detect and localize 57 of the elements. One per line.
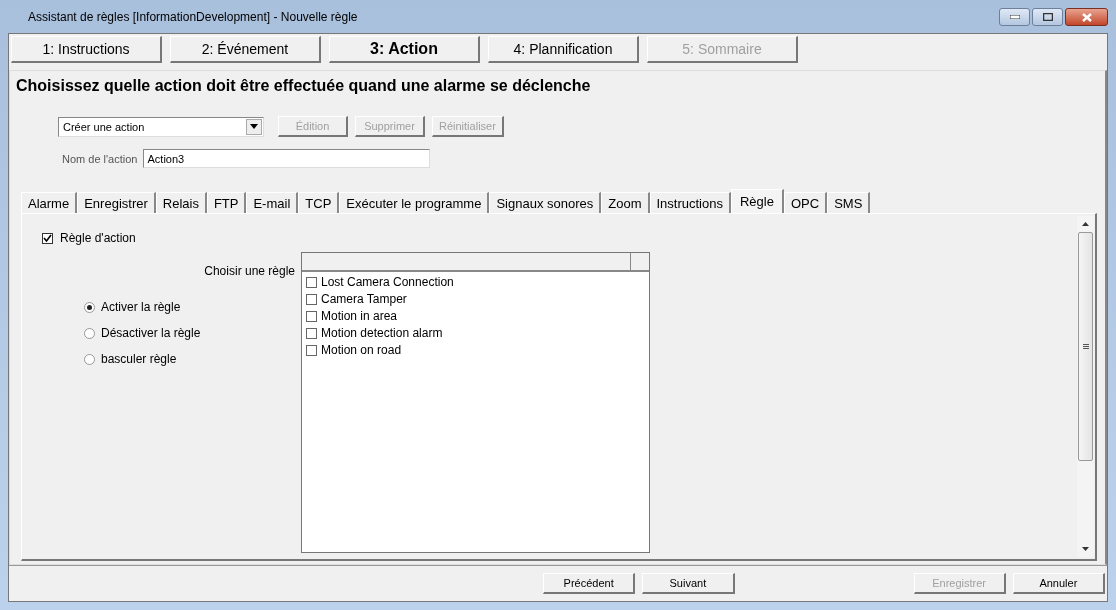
rule-label: Camera Tamper (321, 292, 407, 306)
scroll-down-icon[interactable] (1082, 547, 1089, 551)
tab[interactable]: Instructions (649, 192, 731, 213)
scrollbar-thumb[interactable] (1078, 232, 1093, 461)
checkbox[interactable] (306, 327, 317, 339)
radio-label: Activer la règle (101, 300, 181, 314)
rule-label: Motion on road (321, 343, 402, 357)
caret-icon (250, 124, 258, 129)
vertical-scrollbar[interactable] (1077, 216, 1094, 557)
tab[interactable]: OPC (783, 192, 828, 213)
tab[interactable]: Zoom (601, 192, 650, 213)
tab[interactable]: Règle (731, 189, 784, 213)
tab[interactable]: TCP (298, 192, 340, 213)
field-label: Choisir une règle (204, 264, 295, 278)
maximize-button[interactable] (1032, 8, 1063, 26)
close-button[interactable] (1065, 8, 1108, 26)
maximize-icon (1042, 13, 1053, 21)
rule-label: Motion in area (321, 309, 398, 323)
tab[interactable]: Exécuter le programme (339, 192, 490, 213)
checkbox[interactable] (42, 232, 53, 244)
minimize-icon (1009, 15, 1020, 19)
tab[interactable]: Alarme (21, 192, 78, 213)
grip-icon (1082, 344, 1089, 349)
radio-button[interactable] (84, 301, 95, 313)
wizard-step-tab[interactable]: 1: Instructions (11, 36, 162, 63)
field-label: Nom de l'action (62, 152, 138, 165)
checkbox[interactable] (306, 276, 317, 288)
rule-label: Motion detection alarm (321, 326, 443, 340)
tab[interactable]: E-mail (246, 192, 299, 213)
tab[interactable]: SMS (827, 192, 871, 213)
wizard-step-tab[interactable]: 2: Événement (170, 36, 321, 63)
close-icon (1081, 12, 1092, 22)
checkbox-label: Règle d'action (60, 231, 136, 245)
footer-button[interactable]: Précédent (543, 573, 636, 594)
scroll-up-icon[interactable] (1082, 222, 1089, 226)
action-name-field[interactable]: Action3 (143, 149, 431, 168)
radio-button[interactable] (84, 327, 95, 339)
tab[interactable]: Relais (155, 192, 207, 213)
rule-label: Lost Camera Connection (321, 275, 454, 289)
checkbox[interactable] (306, 310, 317, 322)
wizard-step-tab[interactable]: 4: Plannification (488, 36, 639, 63)
tab[interactable]: Enregistrer (77, 192, 156, 213)
radio-label: basculer règle (101, 352, 177, 366)
footer-button[interactable]: Annuler (1012, 573, 1105, 594)
tab[interactable]: Signaux sonores (489, 192, 602, 213)
rule-list[interactable]: Lost Camera Connection Camera Tamper Motion in area Motion detection alarm Motion on road (301, 252, 650, 553)
radio-button[interactable] (84, 353, 95, 365)
minimize-button[interactable] (999, 8, 1030, 26)
wizard-step-tab[interactable]: 3: Action (329, 36, 480, 63)
checkbox[interactable] (306, 293, 317, 305)
checkbox[interactable] (306, 344, 317, 356)
footer-button[interactable]: Suivant (642, 573, 735, 594)
window-title: Assistant de règles [InformationDevelopment] - Nouvelle règle (28, 9, 359, 24)
tab[interactable]: FTP (206, 192, 247, 213)
radio-label: Désactiver la règle (101, 326, 201, 340)
action-dropdown[interactable]: Créer une action (58, 116, 264, 137)
page-heading: Choisissez quelle action doit être effectuée quand une alarme se déclenche (16, 77, 592, 95)
